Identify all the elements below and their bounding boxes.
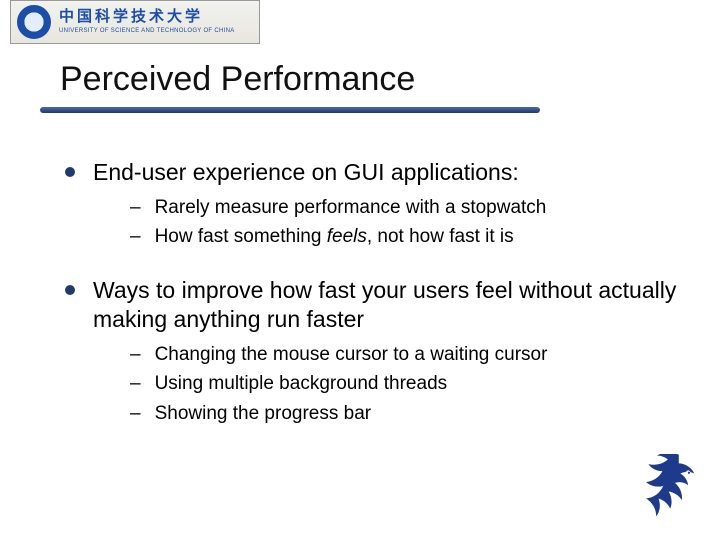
logo-english: UNIVERSITY OF SCIENCE AND TECHNOLOGY OF … [59, 28, 235, 34]
sub-bullet-text: Changing the mouse cursor to a waiting c… [155, 342, 548, 368]
sub-list: – Changing the mouse cursor to a waiting… [130, 342, 680, 427]
sub-bullet-text: Showing the progress bar [155, 401, 372, 427]
sub-bullet-text: Rarely measure performance with a stopwa… [155, 195, 547, 221]
slide-title: Perceived Performance [60, 60, 415, 99]
logo-seal-icon [17, 5, 51, 39]
italic-word: feels [327, 226, 367, 247]
dash-icon: – [130, 371, 141, 397]
logo-chinese: 中国科学技术大学 [59, 10, 235, 25]
sub-list: – Rarely measure performance with a stop… [130, 195, 680, 250]
sub-bullet-item: – Changing the mouse cursor to a waiting… [130, 342, 680, 368]
bullet-text: End-user experience on GUI applications: [93, 158, 519, 187]
dash-icon: – [130, 401, 141, 427]
bullet-text: Ways to improve how fast your users feel… [93, 276, 680, 334]
slide-body: End-user experience on GUI applications:… [65, 140, 680, 430]
bullet-dot-icon [65, 167, 75, 177]
title-underline [40, 107, 540, 113]
sub-bullet-text: How fast something feels, not how fast i… [155, 224, 514, 250]
sub-bullet-item: – Using multiple background threads [130, 371, 680, 397]
dragon-icon [632, 454, 710, 532]
dash-icon: – [130, 342, 141, 368]
bullet-item: End-user experience on GUI applications: [65, 158, 680, 187]
sub-bullet-item: – Rarely measure performance with a stop… [130, 195, 680, 221]
bullet-item: Ways to improve how fast your users feel… [65, 276, 680, 334]
sub-bullet-text: Using multiple background threads [155, 371, 448, 397]
bullet-dot-icon [65, 285, 75, 295]
logo-text: 中国科学技术大学 UNIVERSITY OF SCIENCE AND TECHN… [59, 10, 235, 34]
dash-icon: – [130, 195, 141, 221]
sub-bullet-item: – How fast something feels, not how fast… [130, 224, 680, 250]
university-logo: 中国科学技术大学 UNIVERSITY OF SCIENCE AND TECHN… [10, 0, 260, 44]
dash-icon: – [130, 224, 141, 250]
sub-bullet-item: – Showing the progress bar [130, 401, 680, 427]
